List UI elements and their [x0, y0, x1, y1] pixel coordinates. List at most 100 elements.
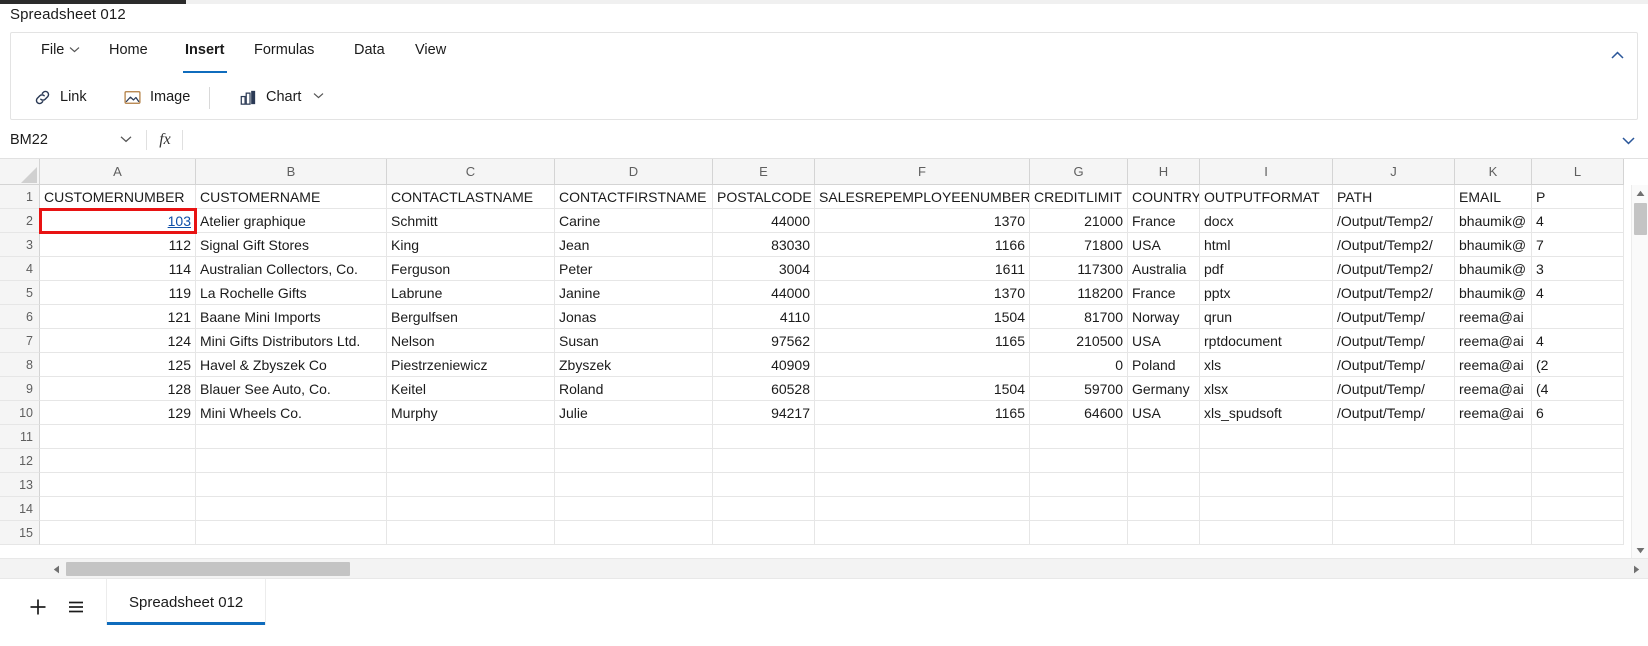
cell-A4[interactable]: 114: [40, 257, 196, 281]
cell-J7[interactable]: /Output/Temp/: [1333, 329, 1455, 353]
cell-A2[interactable]: 103: [40, 209, 196, 233]
cell-C6[interactable]: Bergulfsen: [387, 305, 555, 329]
cell-I15[interactable]: [1200, 521, 1333, 545]
cell-L9[interactable]: (4: [1532, 377, 1624, 401]
cell-G6[interactable]: 81700: [1030, 305, 1128, 329]
cell-F14[interactable]: [815, 497, 1030, 521]
cell-B12[interactable]: [196, 449, 387, 473]
cell-K7[interactable]: reema@ai: [1455, 329, 1532, 353]
cell-G4[interactable]: 117300: [1030, 257, 1128, 281]
cell-L2[interactable]: 4: [1532, 209, 1624, 233]
cell-I8[interactable]: xls: [1200, 353, 1333, 377]
cell-I1[interactable]: OUTPUTFORMAT: [1200, 185, 1333, 209]
cell-H5[interactable]: France: [1128, 281, 1200, 305]
cell-I5[interactable]: pptx: [1200, 281, 1333, 305]
cell-K10[interactable]: reema@ai: [1455, 401, 1532, 425]
cell-J4[interactable]: /Output/Temp2/: [1333, 257, 1455, 281]
column-header-G[interactable]: G: [1030, 159, 1128, 185]
cell-E5[interactable]: 44000: [713, 281, 815, 305]
cell-K3[interactable]: bhaumik@: [1455, 233, 1532, 257]
cell-H12[interactable]: [1128, 449, 1200, 473]
cell-C15[interactable]: [387, 521, 555, 545]
column-header-L[interactable]: L: [1532, 159, 1624, 185]
cell-E4[interactable]: 3004: [713, 257, 815, 281]
row-header-12[interactable]: 12: [0, 449, 40, 473]
cell-K15[interactable]: [1455, 521, 1532, 545]
cell-J8[interactable]: /Output/Temp/: [1333, 353, 1455, 377]
cell-I7[interactable]: rptdocument: [1200, 329, 1333, 353]
ribbon-tab-view[interactable]: View: [413, 42, 448, 68]
ribbon-tab-data[interactable]: Data: [352, 42, 387, 68]
row-header-9[interactable]: 9: [0, 377, 40, 401]
cell-H1[interactable]: COUNTRY: [1128, 185, 1200, 209]
cell-E14[interactable]: [713, 497, 815, 521]
cell-F10[interactable]: 1165: [815, 401, 1030, 425]
cell-A8[interactable]: 125: [40, 353, 196, 377]
cell-A3[interactable]: 112: [40, 233, 196, 257]
cell-A11[interactable]: [40, 425, 196, 449]
scroll-down-button[interactable]: [1632, 542, 1648, 558]
cell-L4[interactable]: 3: [1532, 257, 1624, 281]
row-header-2[interactable]: 2: [0, 209, 40, 233]
scroll-up-button[interactable]: [1632, 185, 1648, 201]
row-header-10[interactable]: 10: [0, 401, 40, 425]
ribbon-chart-button[interactable]: Chart: [233, 81, 330, 113]
cell-E13[interactable]: [713, 473, 815, 497]
cell-I11[interactable]: [1200, 425, 1333, 449]
cell-C3[interactable]: King: [387, 233, 555, 257]
cell-D6[interactable]: Jonas: [555, 305, 713, 329]
cell-G9[interactable]: 59700: [1030, 377, 1128, 401]
cell-I6[interactable]: qrun: [1200, 305, 1333, 329]
row-header-3[interactable]: 3: [0, 233, 40, 257]
cell-B15[interactable]: [196, 521, 387, 545]
cell-F12[interactable]: [815, 449, 1030, 473]
cell-B7[interactable]: Mini Gifts Distributors Ltd.: [196, 329, 387, 353]
cell-D13[interactable]: [555, 473, 713, 497]
cell-I14[interactable]: [1200, 497, 1333, 521]
cell-L3[interactable]: 7: [1532, 233, 1624, 257]
row-header-7[interactable]: 7: [0, 329, 40, 353]
cell-C4[interactable]: Ferguson: [387, 257, 555, 281]
cell-F1[interactable]: SALESREPEMPLOYEENUMBER: [815, 185, 1030, 209]
cell-B2[interactable]: Atelier graphique: [196, 209, 387, 233]
column-header-H[interactable]: H: [1128, 159, 1200, 185]
row-header-15[interactable]: 15: [0, 521, 40, 545]
cell-J11[interactable]: [1333, 425, 1455, 449]
cell-J10[interactable]: /Output/Temp/: [1333, 401, 1455, 425]
cell-G11[interactable]: [1030, 425, 1128, 449]
cell-L14[interactable]: [1532, 497, 1624, 521]
cell-A1[interactable]: CUSTOMERNUMBER: [40, 185, 196, 209]
cell-A15[interactable]: [40, 521, 196, 545]
cell-E2[interactable]: 44000: [713, 209, 815, 233]
cell-H7[interactable]: USA: [1128, 329, 1200, 353]
cell-I3[interactable]: html: [1200, 233, 1333, 257]
cell-L11[interactable]: [1532, 425, 1624, 449]
cell-L1[interactable]: P: [1532, 185, 1624, 209]
name-box[interactable]: BM22: [10, 127, 140, 153]
cell-L7[interactable]: 4: [1532, 329, 1624, 353]
cell-I4[interactable]: pdf: [1200, 257, 1333, 281]
cell-B11[interactable]: [196, 425, 387, 449]
cell-C5[interactable]: Labrune: [387, 281, 555, 305]
scroll-right-button[interactable]: [1628, 561, 1644, 577]
cell-H9[interactable]: Germany: [1128, 377, 1200, 401]
cell-A6[interactable]: 121: [40, 305, 196, 329]
scroll-left-button[interactable]: [48, 561, 64, 577]
cell-E1[interactable]: POSTALCODE: [713, 185, 815, 209]
cell-G5[interactable]: 118200: [1030, 281, 1128, 305]
cell-B8[interactable]: Havel & Zbyszek Co: [196, 353, 387, 377]
cell-D1[interactable]: CONTACTFIRSTNAME: [555, 185, 713, 209]
cell-B10[interactable]: Mini Wheels Co.: [196, 401, 387, 425]
ribbon-tab-insert[interactable]: Insert: [183, 42, 227, 73]
cell-G13[interactable]: [1030, 473, 1128, 497]
cell-B1[interactable]: CUSTOMERNAME: [196, 185, 387, 209]
cell-E7[interactable]: 97562: [713, 329, 815, 353]
cell-G8[interactable]: 0: [1030, 353, 1128, 377]
collapse-ribbon-button[interactable]: [1607, 45, 1627, 65]
cell-C7[interactable]: Nelson: [387, 329, 555, 353]
cell-J12[interactable]: [1333, 449, 1455, 473]
cell-G1[interactable]: CREDITLIMIT: [1030, 185, 1128, 209]
cell-F13[interactable]: [815, 473, 1030, 497]
vertical-scrollbar[interactable]: [1631, 185, 1648, 558]
cell-K8[interactable]: reema@ai: [1455, 353, 1532, 377]
